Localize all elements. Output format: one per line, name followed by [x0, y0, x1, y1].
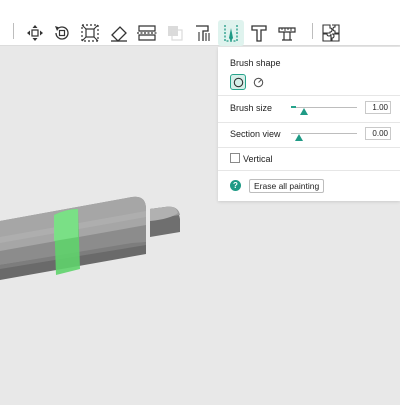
- seam-painting-icon: [224, 25, 238, 42]
- place-on-face-tool-button[interactable]: [106, 20, 132, 46]
- assembly-icon: [322, 24, 340, 42]
- seam-painting-tool-button[interactable]: [218, 20, 244, 46]
- vertical-label: Vertical: [243, 154, 273, 164]
- help-icon[interactable]: ?: [230, 180, 241, 191]
- move-icon: [27, 25, 43, 41]
- panel-divider: [218, 170, 400, 171]
- rotate-icon: [55, 26, 69, 40]
- seam-painting-panel: Brush shape Brush size 1.00 Section view…: [218, 47, 400, 201]
- variable-layer-height-icon: [168, 26, 183, 41]
- cut-icon: [137, 25, 157, 41]
- section-view-slider-thumb[interactable]: [295, 134, 303, 141]
- brush-shape-label: Brush shape: [230, 58, 281, 68]
- brush-size-slider-fill: [291, 106, 297, 108]
- rotate-tool-button[interactable]: [49, 20, 75, 46]
- brush-size-slider-thumb[interactable]: [300, 108, 309, 115]
- brush-shape-sphere-button[interactable]: [250, 74, 266, 90]
- text-tool-button[interactable]: [246, 20, 272, 46]
- move-tool-button[interactable]: [22, 20, 48, 46]
- support-painting-icon: [196, 25, 210, 41]
- brush-size-value[interactable]: 1.00: [365, 101, 391, 114]
- text-icon: [251, 25, 267, 42]
- section-view-value[interactable]: 0.00: [365, 127, 391, 140]
- scale-icon: [81, 24, 99, 42]
- panel-divider: [218, 95, 400, 96]
- support-painting-tool-button[interactable]: [190, 20, 216, 46]
- panel-divider: [218, 122, 400, 123]
- toolbar-divider: [312, 23, 313, 39]
- erase-all-painting-button[interactable]: Erase all painting: [249, 179, 325, 193]
- cut-tool-button[interactable]: [134, 20, 160, 46]
- brush-shape-circle-button[interactable]: [230, 74, 246, 90]
- brush-size-label: Brush size: [230, 103, 273, 113]
- toolbar-divider: [13, 23, 14, 39]
- measure-icon: [278, 27, 296, 41]
- assembly-tool-button[interactable]: [318, 20, 344, 46]
- section-view-label: Section view: [230, 129, 281, 139]
- variable-layer-height-tool-button[interactable]: [162, 20, 188, 46]
- top-toolbar: [0, 0, 400, 46]
- panel-divider: [218, 147, 400, 148]
- vertical-checkbox[interactable]: [230, 153, 240, 163]
- measure-tool-button[interactable]: [274, 20, 300, 46]
- place-on-face-icon: [111, 26, 127, 42]
- sphere-icon: [253, 77, 263, 87]
- circle-icon: [233, 77, 243, 87]
- scale-tool-button[interactable]: [77, 20, 103, 46]
